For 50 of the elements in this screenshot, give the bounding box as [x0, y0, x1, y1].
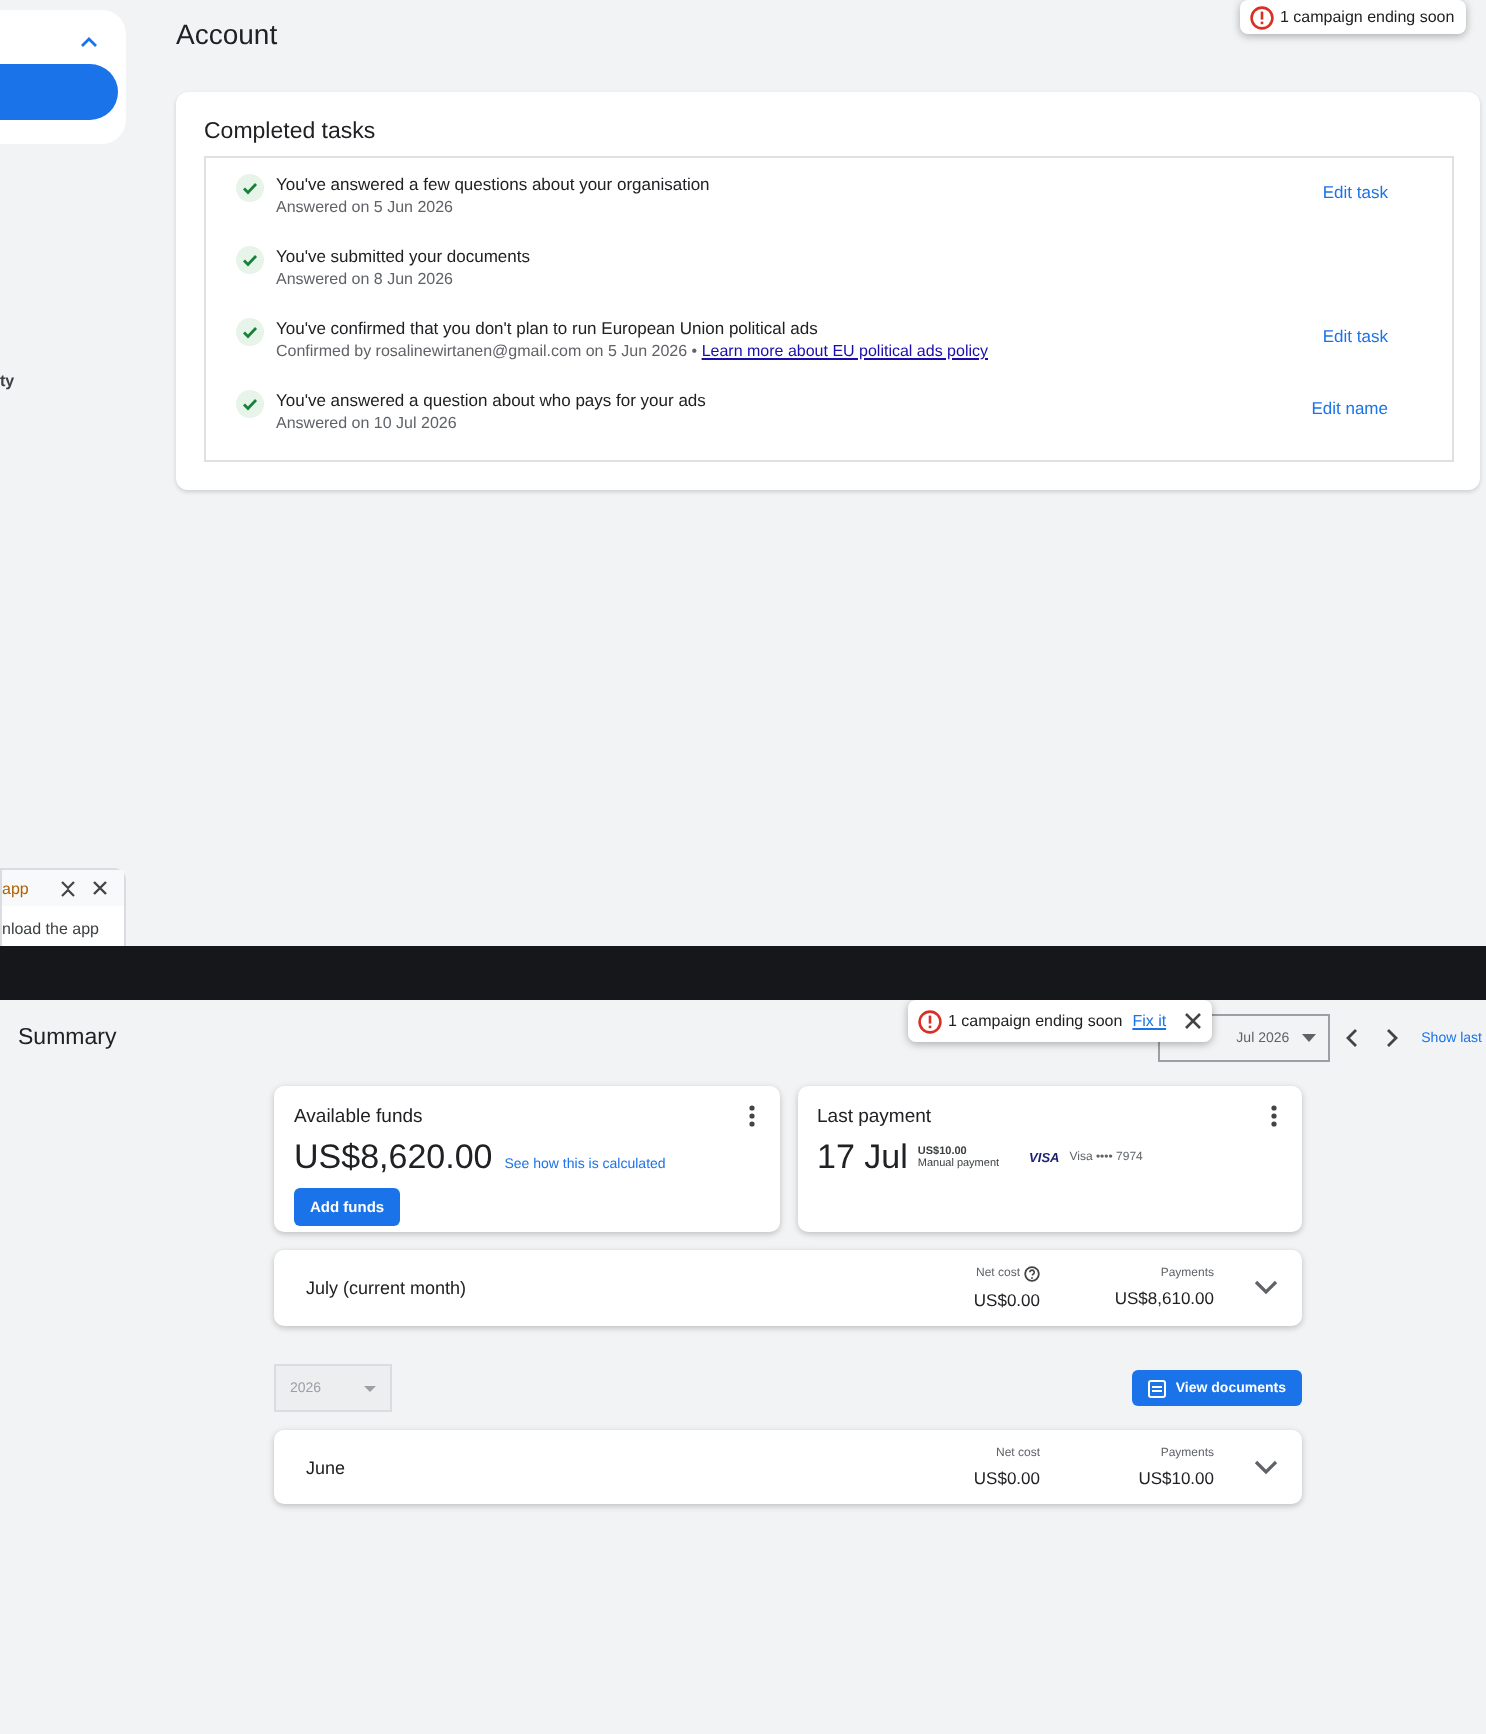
- alert-icon: [918, 1009, 942, 1033]
- card-title: Completed tasks: [204, 120, 378, 144]
- help-icon[interactable]: [1024, 1266, 1040, 1282]
- policy-link[interactable]: Learn more about EU political ads policy: [701, 342, 988, 360]
- task-title: You've answered a few questions about your organisation: [276, 172, 712, 196]
- dropdown-icon: [1301, 1034, 1316, 1042]
- task-detail: Answered on 5 Jun 2026: [276, 196, 456, 220]
- check-icon: [236, 390, 264, 418]
- task-detail: Answered on 8 Jun 2026: [276, 268, 456, 292]
- card-title: Last payment: [817, 1105, 932, 1127]
- panel-text: nload the app: [2, 918, 101, 938]
- month-label: July (current month): [306, 1278, 469, 1298]
- chevron-down-icon[interactable]: [1254, 1459, 1278, 1475]
- more-icon[interactable]: [747, 1104, 755, 1128]
- close-icon[interactable]: [92, 880, 108, 896]
- task-title: You've submitted your documents: [276, 244, 532, 268]
- chevron-up-icon[interactable]: [80, 36, 98, 48]
- close-icon[interactable]: [1184, 1012, 1203, 1030]
- toast-message: 1 campaign ending soon: [1280, 8, 1455, 26]
- net-cost-value: US$0.00: [973, 1290, 1040, 1310]
- nav-label[interactable]: ty: [0, 372, 126, 390]
- payments-value: US$10.00: [1138, 1467, 1214, 1487]
- alert-icon: [1250, 5, 1274, 29]
- edit-link[interactable]: Edit task: [1322, 182, 1388, 202]
- page-title: Summary: [18, 1026, 119, 1050]
- task-title: You've confirmed that you don't plan to run European Union political ads: [276, 316, 820, 340]
- active-nav-item[interactable]: [0, 64, 118, 120]
- net-cost-value: US$0.00: [973, 1467, 1040, 1487]
- page-title: Account: [176, 18, 278, 50]
- task-detail: Confirmed by rosalinewirtanen@gmail.com on 5 Jun 2026 • Learn more about EU political ads policy: [276, 340, 990, 364]
- month-label: June: [306, 1457, 348, 1477]
- check-icon: [236, 246, 264, 274]
- panel-title: app: [2, 879, 31, 897]
- edit-link[interactable]: Edit task: [1322, 326, 1388, 346]
- task-detail: Answered on 10 Jul 2026: [276, 412, 459, 436]
- toast-message: 1 campaign ending soon: [948, 1012, 1123, 1030]
- edit-link[interactable]: Edit name: [1311, 398, 1388, 418]
- document-icon: [1147, 1379, 1166, 1397]
- chevron-right-icon[interactable]: [1385, 1028, 1398, 1048]
- dropdown-icon: [364, 1385, 376, 1391]
- payment-date: 17 Jul: [817, 1138, 908, 1178]
- task-title: You've answered a question about who pays for your ads: [276, 388, 708, 412]
- chevron-left-icon[interactable]: [1345, 1028, 1358, 1048]
- funds-amount: US$8,620.00: [294, 1138, 493, 1178]
- card-title: Available funds: [294, 1105, 423, 1127]
- check-icon: [236, 318, 264, 346]
- payments-value: US$8,610.00: [1114, 1288, 1214, 1308]
- chevron-down-icon[interactable]: [1254, 1280, 1278, 1296]
- check-icon: [236, 174, 264, 202]
- more-icon[interactable]: [1270, 1104, 1278, 1128]
